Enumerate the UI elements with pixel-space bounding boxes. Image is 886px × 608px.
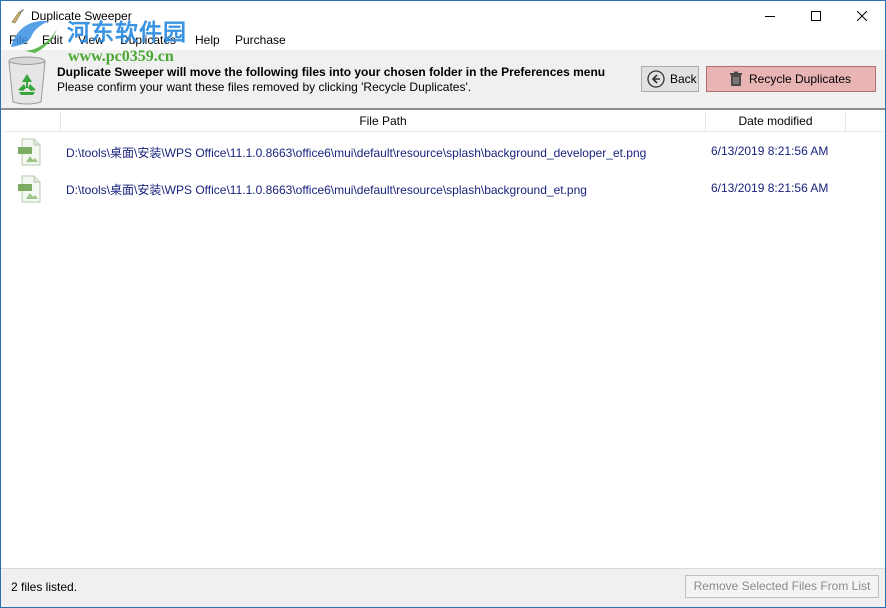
back-button[interactable]: Back [641, 66, 699, 92]
file-path-cell: D:\tools\桌面\安装\WPS Office\11.1.0.8663\of… [66, 183, 587, 197]
trash-icon [730, 71, 742, 86]
minimize-button[interactable] [747, 1, 793, 31]
close-icon [857, 11, 867, 21]
minimize-icon [765, 16, 775, 17]
watermark-url: www.pc0359.cn [68, 48, 174, 65]
recycle-bin-icon [8, 56, 46, 105]
back-arrow-icon [647, 70, 665, 88]
icon-column-header[interactable] [5, 111, 61, 131]
date-modified-cell: 6/13/2019 8:21:56 AM [711, 181, 829, 195]
app-window: Duplicate Sweeper File Edit View Duplica… [0, 0, 886, 608]
watermark-text: 河东软件园 [67, 20, 187, 46]
recycle-duplicates-button[interactable]: Recycle Duplicates [706, 66, 876, 92]
file-path-column-header[interactable]: File Path [61, 111, 706, 131]
maximize-button[interactable] [793, 1, 839, 31]
png-file-icon [18, 175, 41, 203]
file-list[interactable]: File Path Date modified D:\tools\桌面\安装\W… [5, 111, 883, 568]
file-path-cell: D:\tools\桌面\安装\WPS Office\11.1.0.8663\of… [66, 146, 647, 160]
table-row[interactable]: D:\tools\桌面\安装\WPS Office\11.1.0.8663\of… [5, 132, 883, 169]
info-title: Duplicate Sweeper will move the followin… [57, 65, 606, 79]
maximize-icon [811, 11, 821, 21]
png-file-icon [18, 138, 41, 166]
list-header: File Path Date modified [5, 111, 883, 132]
date-modified-column-header[interactable]: Date modified [706, 111, 846, 131]
close-button[interactable] [839, 1, 885, 31]
table-row[interactable]: D:\tools\桌面\安装\WPS Office\11.1.0.8663\of… [5, 169, 883, 206]
status-bar: 2 files listed. Remove Selected Files Fr… [1, 568, 885, 607]
watermark-logo [11, 20, 57, 53]
menu-purchase[interactable]: Purchase [235, 33, 286, 47]
file-count-status: 2 files listed. [11, 580, 78, 594]
back-button-label: Back [670, 72, 697, 86]
remove-selected-files-button[interactable]: Remove Selected Files From List [685, 575, 879, 598]
date-modified-cell: 6/13/2019 8:21:56 AM [711, 144, 829, 158]
recycle-button-label: Recycle Duplicates [749, 72, 852, 86]
info-subtitle: Please confirm your want these files rem… [57, 80, 472, 94]
menu-help[interactable]: Help [195, 33, 220, 47]
